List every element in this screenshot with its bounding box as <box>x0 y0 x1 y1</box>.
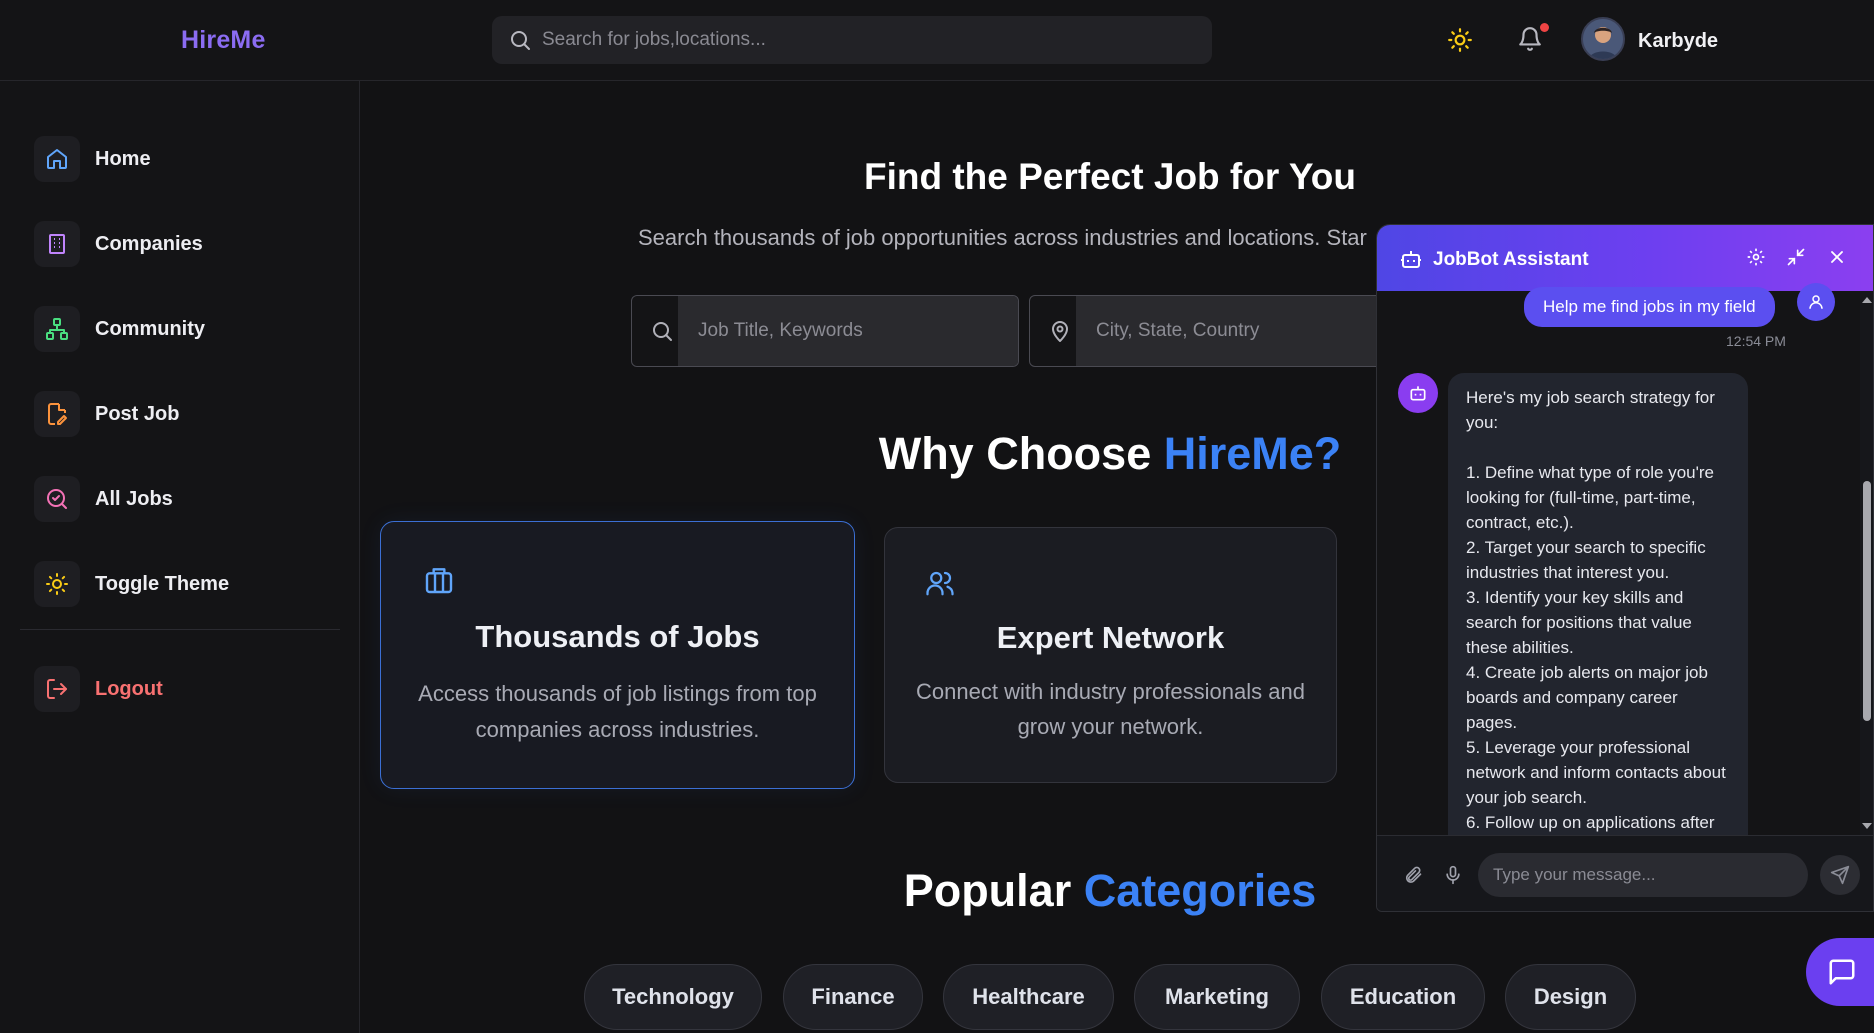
chat-message-field[interactable] <box>1478 853 1808 897</box>
why-title-accent: HireMe? <box>1163 428 1342 479</box>
sidebar-item-community[interactable]: Community <box>34 305 344 353</box>
chat-title: JobBot Assistant <box>1433 249 1589 270</box>
bot-icon <box>1399 247 1423 271</box>
logout-button[interactable]: Logout <box>34 665 344 713</box>
category-chip-healthcare[interactable]: Healthcare <box>943 964 1114 1030</box>
notification-dot <box>1540 23 1549 32</box>
logout-icon <box>34 666 80 712</box>
feature-card-network[interactable]: Expert Network Connect with industry pro… <box>884 527 1337 783</box>
pop-title-accent: Categories <box>1083 865 1317 916</box>
feature-card-jobs[interactable]: Thousands of Jobs Access thousands of jo… <box>380 521 855 789</box>
bot-message: Here's my job search strategy for you: 1… <box>1448 373 1748 893</box>
user-message: Help me find jobs in my field <box>1524 287 1775 327</box>
microphone-icon[interactable] <box>1443 865 1463 885</box>
search-icon <box>508 28 532 52</box>
message-time: 12:54 PM <box>1726 333 1786 349</box>
search-check-icon <box>34 476 80 522</box>
feature-card-desc: Access thousands of job listings from to… <box>418 681 817 742</box>
chat-header: JobBot Assistant <box>1377 225 1873 291</box>
category-chip-design[interactable]: Design <box>1505 964 1636 1030</box>
user-icon <box>1797 283 1835 321</box>
search-icon <box>650 319 674 343</box>
feature-card-desc: Connect with industry professionals and … <box>916 679 1305 739</box>
sidebar-item-label: All Jobs <box>95 487 173 510</box>
chat-message-input[interactable] <box>1478 853 1808 897</box>
sidebar-item-companies[interactable]: Companies <box>34 220 344 268</box>
map-pin-icon <box>1048 319 1072 343</box>
category-chip-technology[interactable]: Technology <box>584 964 762 1030</box>
top-bar: HireMe Karbyde <box>0 0 1874 81</box>
scroll-down-icon[interactable] <box>1861 821 1873 831</box>
hero-title: Find the Perfect Job for You <box>863 156 1356 197</box>
job-keyword-input[interactable] <box>678 296 1018 366</box>
close-icon[interactable] <box>1827 247 1847 267</box>
chat-footer <box>1377 835 1873 911</box>
send-button[interactable] <box>1820 855 1860 895</box>
category-chip-education[interactable]: Education <box>1321 964 1485 1030</box>
chat-launcher-button[interactable] <box>1806 938 1874 1006</box>
location-field[interactable] <box>1029 295 1377 367</box>
search-input[interactable] <box>542 16 1182 64</box>
sun-icon <box>34 561 80 607</box>
bot-avatar-icon <box>1398 373 1438 413</box>
location-input-wrap <box>1076 296 1376 366</box>
chat-widget: JobBot Assistant Help me find jobs in my… <box>1376 224 1874 912</box>
building-icon <box>34 221 80 267</box>
sidebar-item-label: Companies <box>95 232 203 255</box>
category-chip-finance[interactable]: Finance <box>783 964 923 1030</box>
pop-title-prefix: Popular <box>903 865 1084 916</box>
message-square-icon <box>1829 959 1855 985</box>
bell-icon[interactable] <box>1517 26 1543 52</box>
sidebar-divider <box>20 629 340 630</box>
sidebar-item-toggle-theme[interactable]: Toggle Theme <box>34 560 344 608</box>
why-title-prefix: Why Choose <box>878 428 1164 479</box>
hero-subtitle: Search thousands of job opportunities ac… <box>638 225 1367 250</box>
scroll-up-icon[interactable] <box>1861 295 1873 305</box>
sidebar-item-label: Toggle Theme <box>95 572 230 595</box>
chat-scroll-thumb[interactable] <box>1863 481 1871 721</box>
logout-label: Logout <box>95 677 163 700</box>
location-input[interactable] <box>1076 296 1376 366</box>
job-keyword-input-wrap <box>678 296 1018 366</box>
feature-card-title: Thousands of Jobs <box>475 619 760 654</box>
briefcase-icon <box>423 564 455 596</box>
global-search[interactable] <box>492 16 1212 64</box>
feature-card-title: Expert Network <box>996 620 1225 655</box>
gear-icon[interactable] <box>1746 247 1766 267</box>
username[interactable]: Karbyde <box>1638 30 1718 53</box>
brand-logo[interactable]: HireMe <box>181 26 266 55</box>
paperclip-icon[interactable] <box>1403 865 1423 885</box>
minimize-icon[interactable] <box>1786 247 1806 267</box>
sidebar-item-label: Community <box>95 317 205 340</box>
send-icon <box>1830 865 1850 885</box>
sidebar-item-label: Post Job <box>95 402 180 425</box>
job-keyword-field[interactable] <box>631 295 1019 367</box>
network-icon <box>34 306 80 352</box>
category-chip-marketing[interactable]: Marketing <box>1134 964 1300 1030</box>
avatar[interactable] <box>1581 17 1625 61</box>
users-icon <box>925 568 955 598</box>
sidebar-item-all-jobs[interactable]: All Jobs <box>34 475 344 523</box>
theme-toggle-sun-icon[interactable] <box>1447 27 1473 53</box>
